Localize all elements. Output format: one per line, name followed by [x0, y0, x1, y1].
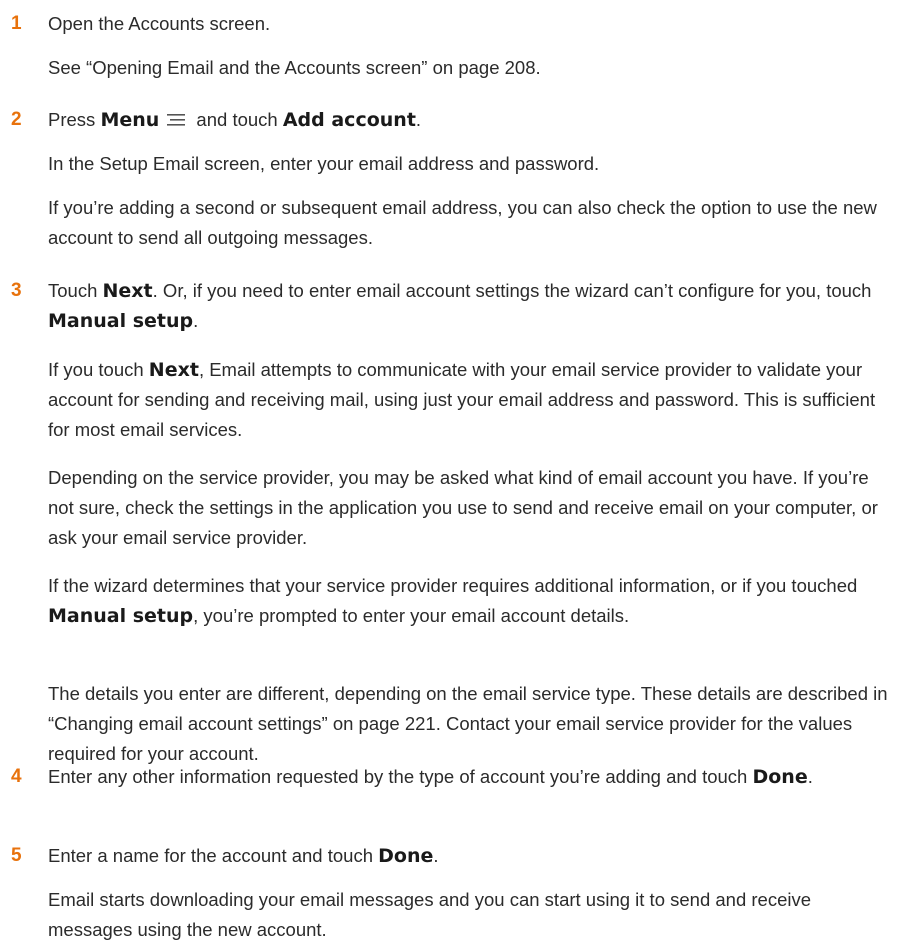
step-1-note-text: See “Opening Email and the Accounts scre… — [48, 57, 541, 78]
step-3-note-4-text: The details you enter are different, dep… — [48, 683, 888, 764]
step-4-instruction: Enter any other information requested by… — [48, 762, 898, 792]
step-3-note-3: If the wizard determines that your servi… — [48, 571, 898, 631]
step-3-mid: . Or, if you need to enter email account… — [152, 280, 872, 301]
step-number-3: 3 — [11, 280, 22, 301]
menu-icon — [167, 113, 186, 127]
manual-setup-keyword: Manual setup — [48, 310, 194, 332]
step-3-note-2-text: Depending on the service provider, you m… — [48, 467, 878, 548]
step-2-note-2: If you’re adding a second or subsequent … — [48, 193, 898, 253]
step-4-pre: Enter any other information requested by… — [48, 766, 753, 787]
step-3-note-4: The details you enter are different, dep… — [48, 679, 898, 769]
done-keyword: Done — [752, 766, 808, 788]
next-keyword: Next — [102, 280, 153, 302]
menu-keyword: Menu — [100, 109, 160, 131]
step-2-note-1: In the Setup Email screen, enter your em… — [48, 149, 898, 179]
step-3-end: . — [193, 310, 199, 331]
step-5-end: . — [433, 845, 439, 866]
step-2-instruction: Press Menu and touch Add account. — [48, 105, 898, 135]
step-3-note-3-pre: If the wizard determines that your servi… — [48, 575, 858, 596]
step-number-5: 5 — [11, 845, 22, 866]
step-number-4: 4 — [11, 766, 22, 787]
step-5-pre: Enter a name for the account and touch — [48, 845, 379, 866]
next-keyword: Next — [148, 359, 199, 381]
step-2-mid: and touch — [191, 109, 283, 130]
step-5-instruction: Enter a name for the account and touch D… — [48, 841, 898, 871]
step-1-instruction: Open the Accounts screen. — [48, 9, 898, 39]
step-2-note-1-text: In the Setup Email screen, enter your em… — [48, 153, 600, 174]
step-3-instruction: Touch Next. Or, if you need to enter ema… — [48, 276, 898, 336]
step-3-note-1-pre: If you touch — [48, 359, 149, 380]
done-keyword: Done — [378, 845, 434, 867]
step-number-1: 1 — [11, 13, 22, 34]
step-5-note: Email starts downloading your email mess… — [48, 885, 898, 945]
step-1-note: See “Opening Email and the Accounts scre… — [48, 53, 898, 83]
step-3-note-3-rest: , you’re prompted to enter your email ac… — [193, 605, 630, 626]
step-2-end: . — [415, 109, 422, 130]
step-3-note-2: Depending on the service provider, you m… — [48, 463, 898, 553]
step-3-pre: Touch — [48, 280, 103, 301]
step-4-end: . — [807, 766, 813, 787]
step-1-text: Open the Accounts screen. — [48, 13, 271, 34]
step-number-2: 2 — [11, 109, 22, 130]
step-2-pre: Press — [48, 109, 101, 130]
step-3-note-1: If you touch Next, Email attempts to com… — [48, 355, 898, 445]
manual-setup-keyword: Manual setup — [48, 605, 194, 627]
document-page: 1 Open the Accounts screen. See “Opening… — [0, 0, 913, 940]
add-account-keyword: Add account — [282, 109, 416, 131]
step-5-note-text: Email starts downloading your email mess… — [48, 889, 812, 940]
step-2-note-2-text: If you’re adding a second or subsequent … — [48, 197, 877, 248]
